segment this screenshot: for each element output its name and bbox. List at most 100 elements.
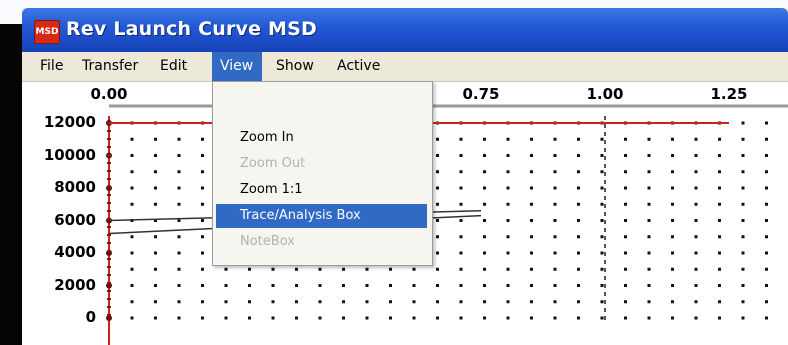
grid-dot bbox=[718, 235, 721, 239]
menu-view[interactable]: View bbox=[212, 52, 262, 81]
grid-dot bbox=[436, 170, 439, 174]
grid-dot bbox=[342, 316, 345, 320]
menu-show[interactable]: Show bbox=[268, 52, 324, 81]
grid-dot bbox=[459, 137, 463, 141]
menu-item-trace-analysis-box[interactable]: Trace/Analysis Box bbox=[216, 204, 427, 228]
grid-dot bbox=[130, 284, 134, 287]
y-axis-tick bbox=[107, 194, 111, 196]
grid-dot bbox=[694, 154, 698, 157]
grid-dot bbox=[647, 137, 651, 141]
menu-item-zoom-in[interactable]: Zoom In bbox=[216, 126, 427, 150]
y-tick-label: 4000 bbox=[54, 243, 96, 261]
grid-dot bbox=[765, 154, 768, 157]
x-tick-label: 0.75 bbox=[462, 85, 500, 103]
menu-item-zoom-1-1[interactable]: Zoom 1:1 bbox=[216, 178, 427, 202]
grid-dot bbox=[741, 202, 745, 206]
grid-dot bbox=[459, 251, 463, 255]
grid-dot bbox=[295, 300, 298, 304]
grid-dot bbox=[506, 316, 510, 320]
grid-dot bbox=[506, 235, 510, 239]
grid-dot bbox=[600, 251, 604, 255]
grid-dot bbox=[718, 300, 721, 304]
grid-dot bbox=[741, 154, 745, 157]
grid-dot bbox=[553, 251, 557, 255]
y-axis-tick bbox=[107, 146, 111, 148]
grid-dot bbox=[671, 154, 674, 157]
grid-dot bbox=[694, 170, 698, 174]
grid-dot bbox=[530, 219, 533, 222]
grid-dot bbox=[624, 316, 627, 320]
grid-dot bbox=[765, 316, 768, 320]
grid-dot bbox=[459, 202, 463, 206]
grid-dot bbox=[177, 251, 181, 255]
grid-dot bbox=[295, 267, 298, 271]
menu-transfer[interactable]: Transfer bbox=[74, 52, 148, 81]
grid-dot bbox=[201, 300, 204, 304]
menu-edit[interactable]: Edit bbox=[152, 52, 204, 81]
app-icon[interactable]: MSD bbox=[34, 20, 60, 44]
grid-dot bbox=[600, 267, 604, 271]
grid-dot bbox=[177, 235, 181, 239]
grid-dot bbox=[600, 316, 604, 320]
menu-active[interactable]: Active bbox=[329, 52, 393, 81]
grid-dot bbox=[318, 284, 322, 287]
grid-dot bbox=[718, 251, 721, 255]
grid-dot bbox=[600, 284, 604, 287]
title-bar[interactable]: MSD Rev Launch Curve MSD bbox=[22, 8, 788, 52]
grid-dot bbox=[765, 219, 768, 222]
grid-dot bbox=[201, 235, 204, 239]
grid-dot bbox=[647, 186, 651, 190]
grid-dot bbox=[694, 219, 698, 222]
grid-dot bbox=[741, 300, 745, 304]
y-axis-tick bbox=[107, 282, 111, 284]
y-axis-tick bbox=[107, 130, 111, 132]
grid-dot bbox=[624, 251, 627, 255]
grid-dot bbox=[718, 154, 721, 157]
grid-dot bbox=[718, 137, 721, 141]
grid-dot bbox=[459, 154, 463, 157]
grid-dot bbox=[271, 284, 275, 287]
grid-dot bbox=[201, 202, 204, 206]
grid-dot bbox=[600, 219, 604, 222]
grid-dot bbox=[624, 170, 627, 174]
grid-dot bbox=[577, 137, 580, 141]
grid-dot bbox=[459, 186, 463, 190]
grid-dot bbox=[530, 235, 533, 239]
grid-dot bbox=[765, 235, 768, 239]
grid-dot bbox=[177, 202, 181, 206]
grid-dot bbox=[483, 154, 486, 157]
y-axis-tick bbox=[107, 298, 111, 300]
y-axis-tick bbox=[107, 242, 111, 244]
grid-dot bbox=[224, 316, 228, 320]
grid-dot bbox=[694, 251, 698, 255]
grid-dot bbox=[577, 219, 580, 222]
menu-item-zoom-out[interactable]: Zoom Out bbox=[216, 152, 427, 176]
grid-dot bbox=[365, 284, 369, 287]
grid-dot bbox=[600, 186, 604, 190]
grid-dot bbox=[741, 186, 745, 190]
y-axis-tick bbox=[107, 266, 111, 268]
grid-dot bbox=[647, 284, 651, 287]
grid-dot bbox=[436, 202, 439, 206]
y-axis-tick bbox=[107, 226, 111, 228]
grid-dot bbox=[506, 284, 510, 287]
grid-dot bbox=[694, 202, 698, 206]
grid-dot bbox=[647, 316, 651, 320]
grid-dot bbox=[389, 316, 392, 320]
grid-dot bbox=[483, 235, 486, 239]
grid-dot bbox=[694, 235, 698, 239]
y-axis-tick bbox=[107, 234, 111, 236]
grid-dot bbox=[694, 186, 698, 190]
grid-dot bbox=[130, 316, 134, 320]
grid-dot bbox=[718, 202, 721, 206]
y-axis-tick bbox=[107, 250, 111, 252]
menu-file[interactable]: File bbox=[32, 52, 68, 81]
grid-dot bbox=[154, 202, 157, 206]
grid-dot bbox=[130, 300, 134, 304]
grid-dot bbox=[600, 235, 604, 239]
menu-item-notebox[interactable]: NoteBox bbox=[216, 230, 427, 254]
grid-dot bbox=[624, 137, 627, 141]
app-window: MSD Rev Launch Curve MSD File Transfer Edi… bbox=[22, 8, 788, 345]
grid-dot bbox=[530, 154, 533, 157]
grid-dot bbox=[694, 300, 698, 304]
